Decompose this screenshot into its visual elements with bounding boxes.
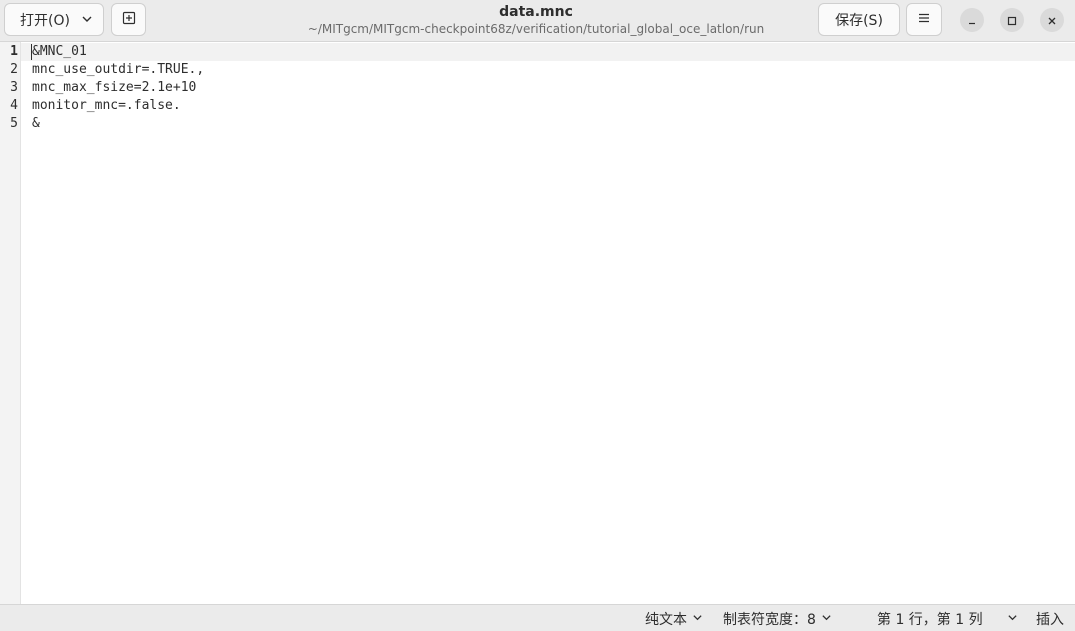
close-button[interactable] [1040,8,1064,32]
close-icon [1047,11,1057,30]
cursor-position-label: 第 1 行，第 1 列 [877,611,983,628]
hamburger-menu-icon [917,11,931,29]
line-number: 4 [10,98,18,113]
code-line[interactable]: mnc_use_outdir=.TRUE., [32,61,204,79]
chevron-down-icon [1002,611,1018,627]
main-menu-button[interactable] [906,3,942,36]
cursor-position-indicator[interactable]: 第 1 行，第 1 列 [877,609,983,628]
text-editor-area[interactable]: 1 2 3 4 5 &MNC_01 mnc_use_outdir=.TRUE.,… [0,42,1075,604]
chevron-down-icon [81,13,93,29]
language-label: 纯文本 [645,611,687,628]
line-number: 2 [10,62,18,77]
current-line-highlight [21,43,1075,61]
insert-mode-label: 插入 [1036,611,1064,628]
title-area: data.mnc ~/MITgcm/MITgcm-checkpoint68z/v… [260,3,812,37]
document-title: data.mnc [499,4,573,20]
code-line[interactable]: mnc_max_fsize=2.1e+10 [32,79,196,97]
open-button-label: 打开(O) [20,12,70,29]
line-number: 5 [10,116,18,131]
tab-width-label: 制表符宽度：8 [723,611,816,628]
open-button[interactable]: 打开(O) [4,3,104,36]
minimize-icon [967,11,977,30]
chevron-down-icon [687,611,703,627]
cursor-position-menu[interactable] [1002,609,1018,628]
insert-mode-indicator[interactable]: 插入 [1036,609,1064,628]
chevron-down-icon [816,611,832,627]
language-selector[interactable]: 纯文本 [645,609,703,628]
new-tab-button[interactable] [111,3,146,36]
status-bar: 纯文本 制表符宽度：8 第 1 行，第 1 列 插入 [0,604,1075,631]
code-line[interactable]: & [32,115,40,133]
code-line[interactable]: monitor_mnc=.false. [32,97,181,115]
document-path: ~/MITgcm/MITgcm-checkpoint68z/verificati… [307,22,765,36]
maximize-icon [1007,11,1017,30]
line-number: 3 [10,80,18,95]
new-tab-icon [121,10,137,30]
maximize-button[interactable] [1000,8,1024,32]
save-button[interactable]: 保存(S) [818,3,900,36]
line-number-gutter: 1 2 3 4 5 [0,42,21,604]
line-number: 1 [10,44,18,59]
text-editor-window: 打开(O) data.mnc ~/MITgcm/MITgcm-checkpoin… [0,0,1075,631]
header-bar: 打开(O) data.mnc ~/MITgcm/MITgcm-checkpoin… [0,0,1075,42]
minimize-button[interactable] [960,8,984,32]
save-button-label: 保存(S) [835,12,883,29]
code-line[interactable]: &MNC_01 [32,43,87,61]
tab-width-selector[interactable]: 制表符宽度：8 [723,609,832,628]
